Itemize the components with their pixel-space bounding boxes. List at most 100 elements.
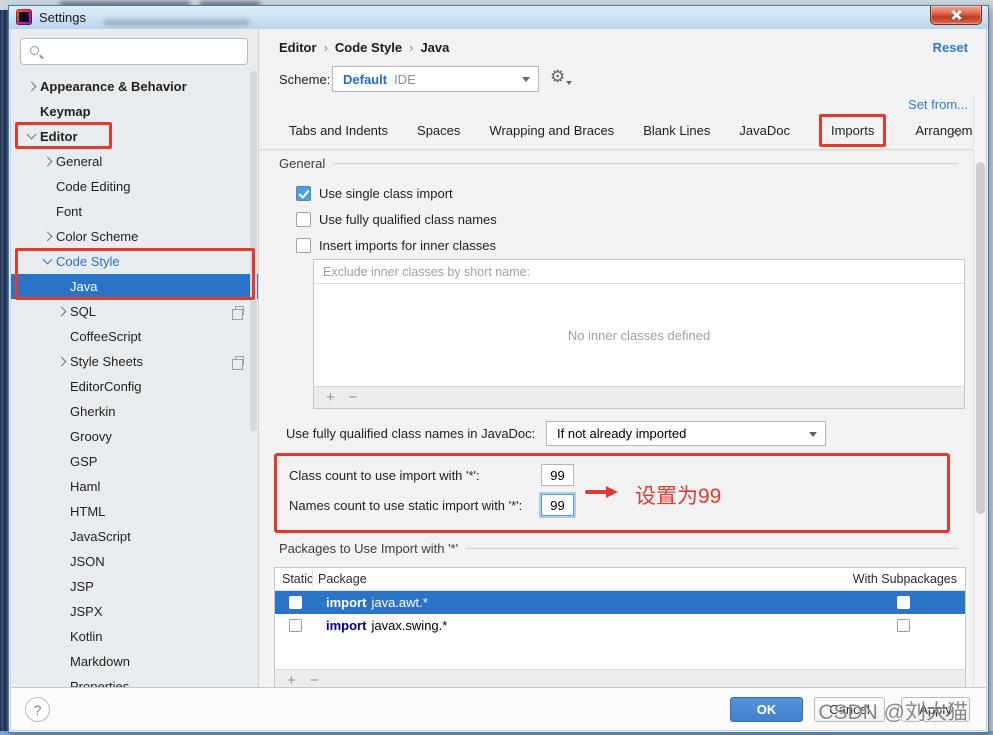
sidebar-item-javascript[interactable]: JavaScript [11,524,258,549]
annotation-text: 设置为99 [635,485,722,508]
sidebar-search[interactable] [20,38,248,65]
subpackages-checkbox[interactable] [897,619,910,632]
tab-imports[interactable]: Imports [818,114,887,147]
checkbox-insert-imports-inner-classes[interactable]: Insert imports for inner classes [296,235,496,255]
sidebar-item-sql[interactable]: SQL [11,299,258,324]
titlebar[interactable]: Settings [9,6,988,29]
add-icon[interactable]: + [287,673,296,687]
sidebar-item-code-editing[interactable]: Code Editing [11,174,258,199]
sidebar-item-kotlin[interactable]: Kotlin [11,624,258,649]
dropdown-arrow-icon [809,431,817,437]
javadoc-fqn-dropdown[interactable]: If not already imported [546,421,826,446]
tab-javadoc[interactable]: JavaDoc [739,123,790,138]
class-count-input[interactable] [541,464,574,486]
sidebar-item-java[interactable]: Java [11,274,258,299]
scheme-dropdown[interactable]: Default IDE [332,66,539,92]
exclude-empty-text: No inner classes defined [567,327,711,343]
settings-window: Settings Appearance & Behavior Keymap Ed… [8,5,989,733]
chevron-right-icon[interactable] [41,155,54,168]
tab-blank-lines[interactable]: Blank Lines [643,123,710,138]
checkbox-use-single-class-import[interactable]: Use single class import [296,183,453,203]
dropdown-arrow-icon [522,77,530,82]
sidebar-item-general[interactable]: General [11,149,258,174]
cancel-button[interactable]: Cancel [814,697,885,722]
table-row-javax-swing[interactable]: import javax.swing.* [275,614,965,637]
breadcrumb-separator: › [323,40,328,55]
sidebar-item-appearance-behavior[interactable]: Appearance & Behavior [11,74,258,99]
sidebar-item-properties[interactable]: Properties [11,674,258,687]
scheme-value: Default [343,71,388,87]
sidebar-item-coffeescript[interactable]: CoffeeScript [11,324,258,349]
tab-spaces[interactable]: Spaces [417,123,460,138]
remove-icon[interactable]: − [349,390,358,405]
javadoc-fqn-value: If not already imported [557,426,687,441]
annotation-arrow-icon [585,486,619,498]
chevron-right-icon[interactable] [55,305,68,318]
ok-button[interactable]: OK [730,697,803,722]
table-row-java-awt[interactable]: import java.awt.* [275,591,965,614]
sidebar-item-json[interactable]: JSON [11,549,258,574]
intellij-logo-icon [16,9,32,25]
reset-link[interactable]: Reset [933,40,968,55]
static-checkbox[interactable] [289,596,302,609]
add-icon[interactable]: + [326,390,335,405]
breadcrumb-editor[interactable]: Editor [279,40,317,55]
column-with-subpackages: With Subpackages [852,572,957,586]
chevron-down-icon[interactable] [25,130,38,143]
code-style-tabs: Tabs and Indents Spaces Wrapping and Bra… [289,113,986,148]
sidebar-item-code-style[interactable]: Code Style [11,249,258,274]
search-input[interactable] [47,41,242,62]
tabs-overflow-chevron-icon[interactable] [954,126,964,136]
tabs-divider [259,149,973,150]
breadcrumb-code-style[interactable]: Code Style [335,40,402,55]
sidebar-item-gsp[interactable]: GSP [11,449,258,474]
class-count-label: Class count to use import with '*': [289,468,480,483]
scrollbar-thumb[interactable] [976,162,985,514]
sidebar-item-groovy[interactable]: Groovy [11,424,258,449]
set-from-link[interactable]: Set from... [908,97,968,112]
sidebar-item-editor[interactable]: Editor [11,124,258,149]
sidebar-item-jsp[interactable]: JSP [11,574,258,599]
breadcrumb-separator: › [409,40,414,55]
exclude-input-placeholder[interactable]: Exclude inner classes by short name: [314,260,964,284]
sidebar-item-haml[interactable]: Haml [11,474,258,499]
chevron-right-icon[interactable] [25,80,38,93]
chevron-right-icon[interactable] [55,355,68,368]
static-checkbox[interactable] [289,619,302,632]
sidebar-item-editorconfig[interactable]: EditorConfig [11,374,258,399]
sidebar-item-html[interactable]: HTML [11,499,258,524]
chevron-down-icon[interactable] [41,255,54,268]
tab-wrapping-and-braces[interactable]: Wrapping and Braces [489,123,614,138]
close-button[interactable] [930,6,982,25]
sidebar-item-color-scheme[interactable]: Color Scheme [11,224,258,249]
import-keyword: import [326,595,367,610]
sidebar-item-jspx[interactable]: JSPX [11,599,258,624]
checkbox-use-fully-qualified-class-names[interactable]: Use fully qualified class names [296,209,497,229]
sidebar-item-font[interactable]: Font [11,199,258,224]
help-button[interactable]: ? [25,697,50,722]
subpackages-checkbox[interactable] [897,596,910,609]
remove-icon[interactable]: − [310,673,319,687]
sidebar-item-style-sheets[interactable]: Style Sheets [11,349,258,374]
chevron-right-icon[interactable] [41,230,54,243]
checkbox-unchecked-icon[interactable] [296,237,311,253]
checkbox-unchecked-icon[interactable] [296,211,311,227]
package-name: java.awt.* [371,595,428,610]
javadoc-fqn-label: Use fully qualified class names in JavaD… [286,426,536,441]
sidebar-scrollbar[interactable] [250,71,257,431]
sidebar-item-markdown[interactable]: Markdown [11,649,258,674]
packages-table: Static Package With Subpackages import j… [274,567,966,687]
packages-toolbar: + − [275,669,965,687]
apply-button[interactable]: Apply [901,697,970,722]
column-static: Static [282,572,314,586]
sidebar-item-keymap[interactable]: Keymap [11,99,258,124]
breadcrumb-java[interactable]: Java [420,40,449,55]
tab-tabs-and-indents[interactable]: Tabs and Indents [289,123,388,138]
sidebar-item-gherkin[interactable]: Gherkin [11,399,258,424]
gear-icon[interactable]: ⚙ [550,68,565,85]
names-count-input[interactable] [539,492,576,518]
annotation-box-counts: Class count to use import with '*': Name… [274,453,950,533]
main-scrollbar[interactable] [973,96,986,687]
names-count-label: Names count to use static import with '*… [289,498,523,513]
checkbox-checked-icon[interactable] [296,185,311,201]
